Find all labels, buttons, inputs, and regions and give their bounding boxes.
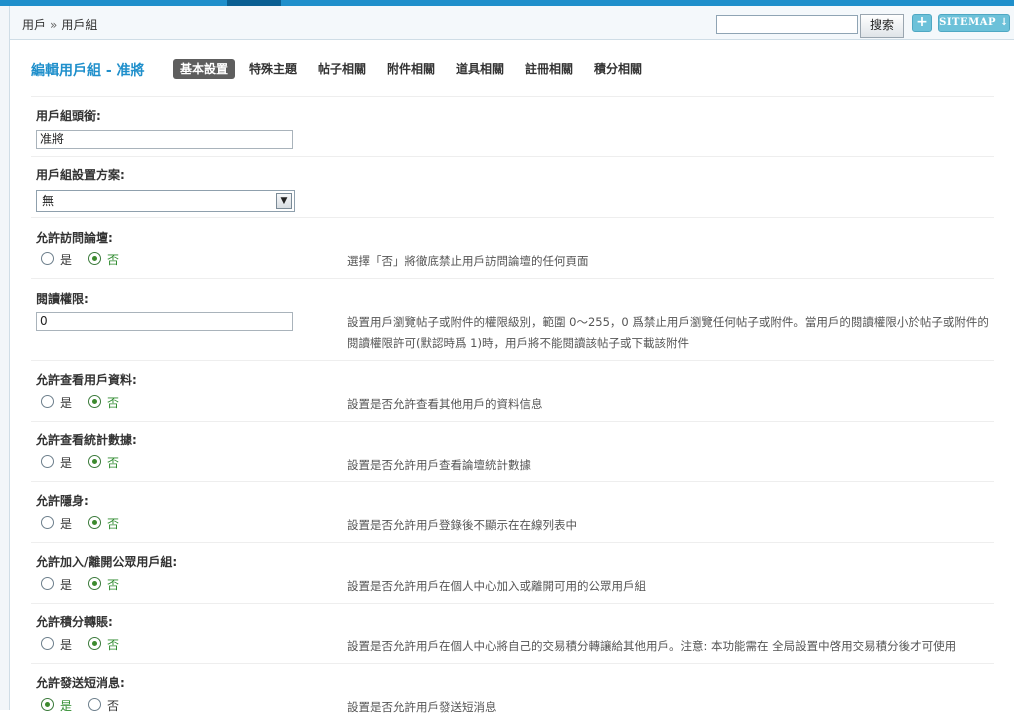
tab-basic-settings[interactable]: 基本設置 [173, 59, 236, 79]
divider [31, 217, 994, 218]
sitemap-button[interactable]: SITEMAP ↓ [938, 14, 1010, 32]
divider [31, 542, 994, 543]
radio-label: 否 [107, 638, 120, 652]
group-title-label: 用戶組頭銜: [36, 109, 101, 123]
view-profile-label: 允許查看用戶資料: [36, 373, 137, 387]
breadcrumb-separator: » [50, 18, 58, 32]
search-button[interactable]: 搜索 [860, 14, 904, 38]
page-title: 編輯用戶組 - 准將 [31, 63, 145, 79]
search-input[interactable] [716, 15, 858, 34]
allow-visit-label: 允許訪問論壇: [36, 231, 113, 245]
chevron-down-icon[interactable]: ▼ [276, 193, 292, 209]
breadcrumb-item-users[interactable]: 用戶 [22, 18, 46, 32]
radio-label: 否 [107, 517, 120, 531]
radio-label: 否 [107, 456, 120, 470]
allow-visit-description: 選擇「否」將徹底禁止用戶訪問論壇的任何頁面 [347, 254, 589, 268]
scheme-select-value: 無 [42, 194, 55, 208]
radio-icon [88, 516, 101, 529]
transfer-label: 允許積分轉賬: [36, 615, 113, 629]
tab-magic-items[interactable]: 道具相關 [456, 59, 504, 79]
radio-icon [88, 395, 101, 408]
radio-icon [41, 637, 54, 650]
radio-icon [88, 698, 101, 711]
add-shortcut-button[interactable]: + [912, 14, 932, 32]
scheme-label: 用戶組設置方案: [36, 168, 125, 182]
tab-special-threads[interactable]: 特殊主題 [249, 59, 297, 79]
radio-label: 否 [107, 578, 120, 592]
view-profile-description: 設置是否允許查看其他用戶的資料信息 [347, 397, 543, 411]
radio-label: 否 [107, 253, 120, 267]
radio-label: 否 [107, 396, 120, 410]
divider [31, 360, 994, 361]
divider [31, 421, 994, 422]
radio-icon [88, 252, 101, 265]
read-permission-input[interactable]: 0 [36, 312, 293, 331]
read-permission-description: 設置用戶瀏覽帖子或附件的權限級別，範圍 0～255，0 爲禁止用戶瀏覽任何帖子或… [347, 315, 989, 350]
send-pm-label: 允許發送短消息: [36, 676, 125, 690]
invisible-description: 設置是否允許用戶登錄後不顯示在在線列表中 [347, 518, 577, 532]
divider [31, 156, 994, 157]
radio-icon [88, 455, 101, 468]
tab-posts[interactable]: 帖子相關 [318, 59, 366, 79]
radio-icon [88, 637, 101, 650]
radio-label: 是 [60, 638, 73, 652]
radio-label: 是 [60, 253, 73, 267]
transfer-description: 設置是否允許用戶在個人中心將自己的交易積分轉讓給其他用戶。注意: 本功能需在 全… [347, 639, 957, 653]
radio-icon [41, 252, 54, 265]
radio-icon [41, 516, 54, 529]
tab-registration[interactable]: 註冊相關 [525, 59, 573, 79]
send-pm-description: 設置是否允許用戶發送短消息 [347, 700, 497, 714]
radio-icon [41, 698, 54, 711]
invisible-label: 允許隱身: [36, 494, 89, 508]
divider [31, 481, 994, 482]
radio-icon [41, 395, 54, 408]
group-title-input[interactable]: 准將 [36, 130, 293, 149]
scheme-select[interactable]: 無 ▼ [36, 190, 295, 212]
radio-label: 是 [60, 396, 73, 410]
radio-label: 是 [60, 456, 73, 470]
left-rail [0, 0, 10, 710]
divider [31, 96, 994, 97]
radio-icon [88, 577, 101, 590]
view-stats-description: 設置是否允許用戶查看論壇統計數據 [347, 458, 531, 472]
header-bar: 用戶 » 用戶組 搜索 + SITEMAP ↓ [10, 6, 1014, 40]
divider [31, 663, 994, 664]
radio-icon [41, 455, 54, 468]
tab-attachments[interactable]: 附件相關 [387, 59, 435, 79]
divider [31, 603, 994, 604]
tab-credits[interactable]: 積分相關 [594, 59, 642, 79]
breadcrumb: 用戶 » 用戶組 [22, 16, 97, 33]
breadcrumb-item-user-groups: 用戶組 [61, 18, 98, 32]
divider [31, 278, 994, 279]
read-permission-label: 閱讀權限: [36, 292, 89, 306]
join-public-label: 允許加入/離開公眾用戶組: [36, 555, 178, 569]
radio-label: 是 [60, 517, 73, 531]
radio-label: 是 [60, 578, 73, 592]
view-stats-label: 允許查看統計數據: [36, 433, 137, 447]
join-public-description: 設置是否允許用戶在個人中心加入或離開可用的公眾用戶組 [347, 579, 646, 593]
radio-label: 否 [107, 699, 120, 713]
radio-label: 是 [60, 699, 73, 713]
radio-icon [41, 577, 54, 590]
